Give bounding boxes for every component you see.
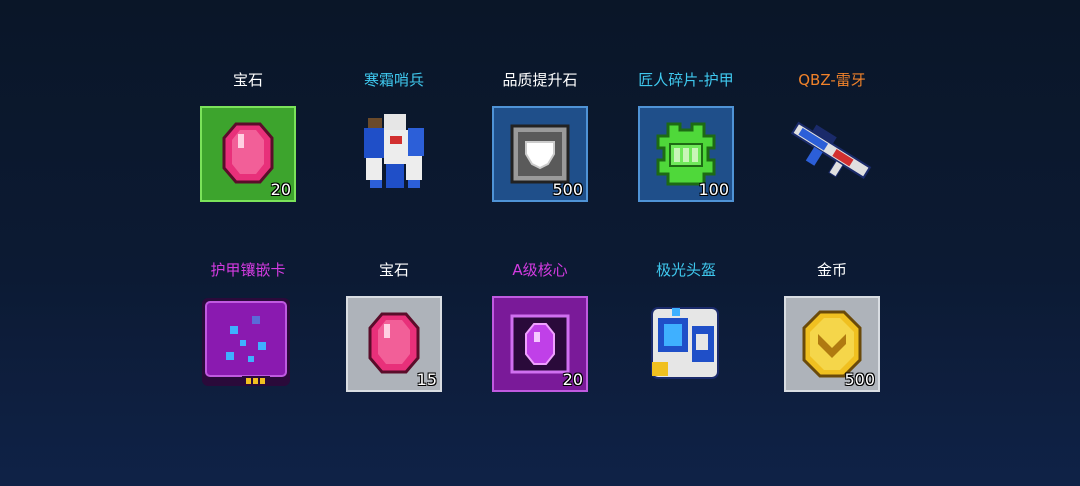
reward-item-frost-sentinel[interactable]: 寒霜哨兵 xyxy=(324,70,464,210)
reward-item-gold-coin[interactable]: 金币 500 xyxy=(762,260,902,400)
reward-tile: 20 xyxy=(492,296,588,392)
reward-name: 寒霜哨兵 xyxy=(363,71,424,89)
reward-item-gem-2[interactable]: 宝石 15 xyxy=(324,260,464,400)
reward-item-craftsman-shard[interactable]: 匠人碎片-护甲 100 xyxy=(616,70,756,210)
frost-sentinel-armor-icon xyxy=(364,114,424,188)
reward-tile xyxy=(346,106,442,202)
reward-tile: 500 xyxy=(492,106,588,202)
reward-item-qbz-rifle[interactable]: QBZ-雷牙 xyxy=(762,70,902,210)
reward-item-gem[interactable]: 宝石 20 xyxy=(178,70,318,210)
reward-tile xyxy=(200,296,296,392)
reward-item-armor-inlay-card[interactable]: 护甲镶嵌卡 xyxy=(178,260,318,400)
reward-item-a-grade-core[interactable]: A级核心 20 xyxy=(470,260,610,400)
armor-inlay-card-icon xyxy=(202,298,290,386)
reward-quantity: 100 xyxy=(698,180,729,199)
reward-tile: 20 xyxy=(200,106,296,202)
reward-tile xyxy=(784,106,880,202)
reward-tile: 500 xyxy=(784,296,880,392)
reward-name: 品质提升石 xyxy=(502,71,578,89)
reward-name: 匠人碎片-护甲 xyxy=(638,71,734,89)
reward-grid: 宝石 20 寒霜哨兵 品质提升石 500 匠人碎片-护甲 100 QBZ-雷牙 … xyxy=(0,0,1080,486)
aurora-helmet-icon xyxy=(651,307,719,379)
reward-tile: 100 xyxy=(638,106,734,202)
reward-tile: 15 xyxy=(346,296,442,392)
reward-name: A级核心 xyxy=(512,261,568,279)
reward-quantity: 15 xyxy=(416,370,437,389)
reward-name: QBZ-雷牙 xyxy=(798,71,866,89)
reward-item-upgrade-stone[interactable]: 品质提升石 500 xyxy=(470,70,610,210)
reward-name: 金币 xyxy=(816,261,847,279)
reward-item-aurora-helmet[interactable]: 极光头盔 xyxy=(616,260,756,400)
reward-quantity: 20 xyxy=(562,370,583,389)
reward-quantity: 500 xyxy=(844,370,875,389)
reward-name: 护甲镶嵌卡 xyxy=(210,261,286,279)
rifle-icon xyxy=(790,121,872,180)
reward-quantity: 500 xyxy=(552,180,583,199)
reward-tile xyxy=(638,296,734,392)
reward-name: 极光头盔 xyxy=(655,261,716,279)
reward-name: 宝石 xyxy=(378,261,409,279)
reward-name: 宝石 xyxy=(232,71,263,89)
reward-quantity: 20 xyxy=(270,180,291,199)
